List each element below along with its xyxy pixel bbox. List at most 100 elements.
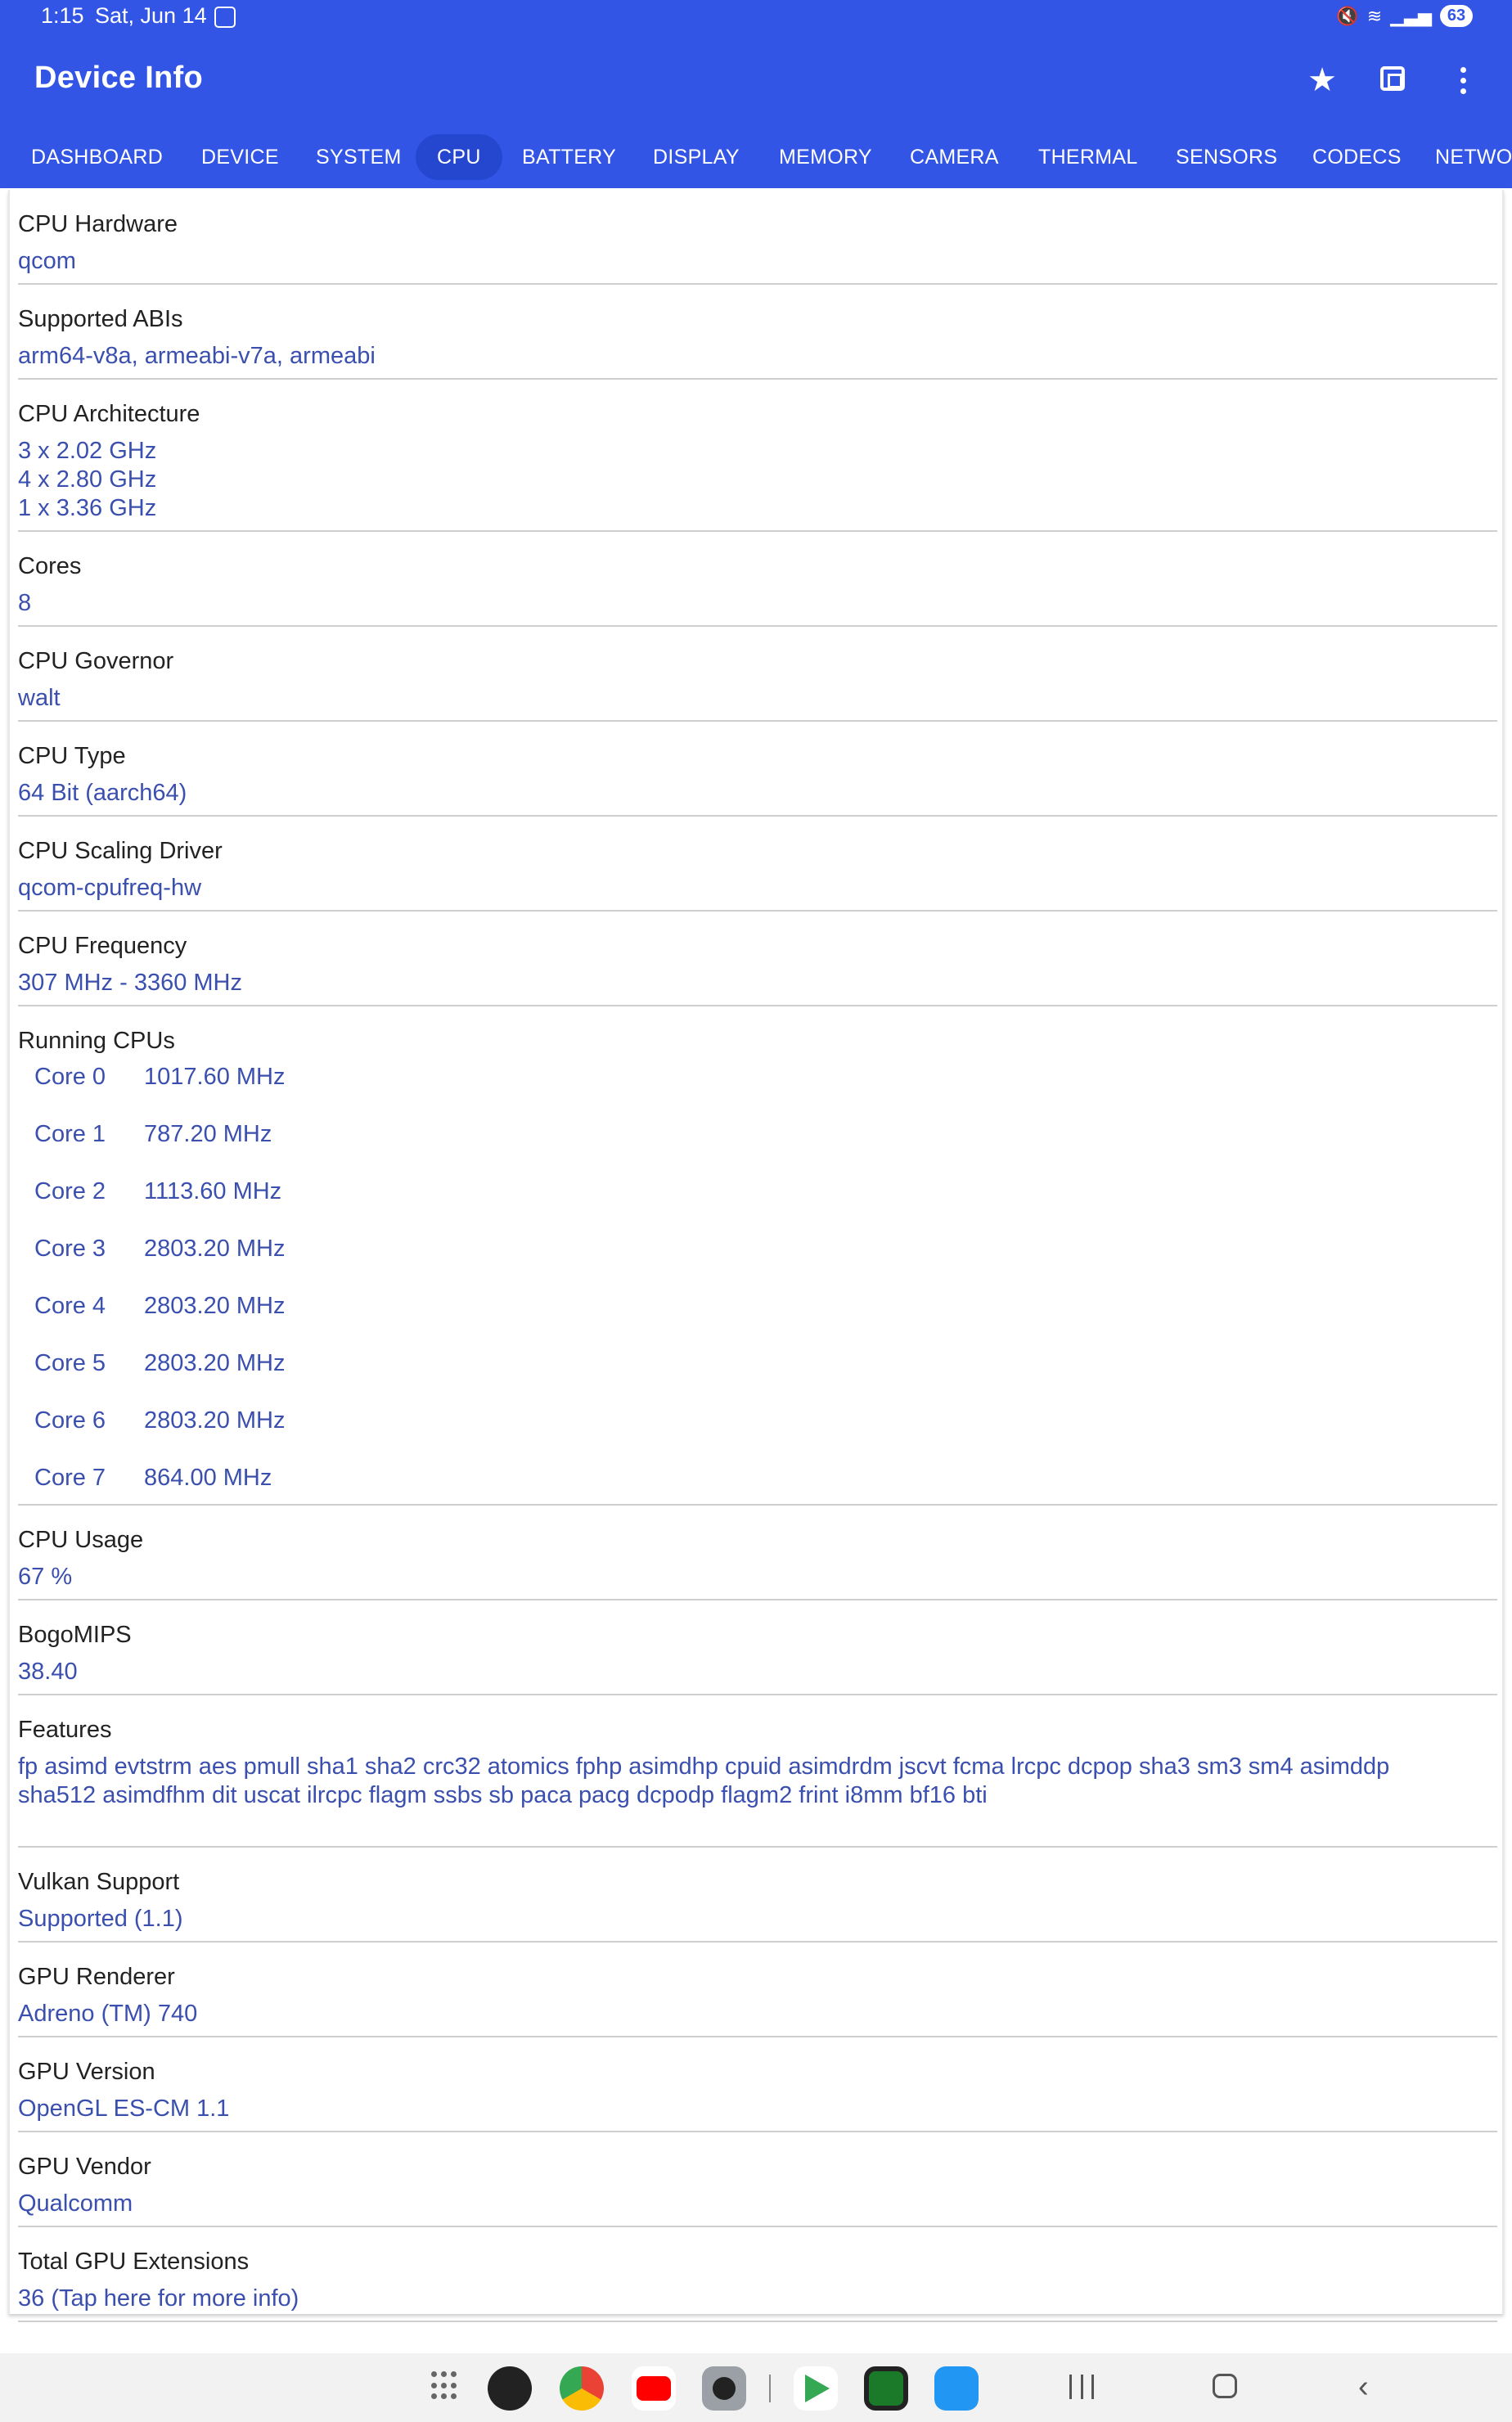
row-value: OpenGL ES-CM 1.1 [18, 2096, 230, 2122]
core-frequency: 2803.20 MHz [144, 1293, 286, 1319]
info-row: Vulkan Support Supported (1.1) [18, 1848, 1497, 1943]
tab-sensors[interactable]: SENSORS [1176, 134, 1277, 180]
row-label: CPU Usage [18, 1527, 144, 1553]
core-frequency: 1017.60 MHz [144, 1064, 286, 1090]
row-label: GPU Version [18, 2059, 155, 2085]
row-value: fp asimd evtstrm aes pmull sha1 sha2 crc… [18, 1753, 1390, 1780]
info-row[interactable]: Total GPU Extensions 36 (Tap here for mor… [18, 2227, 1497, 2322]
info-row: GPU Version OpenGL ES-CM 1.1 [18, 2037, 1497, 2132]
row-value: Supported (1.1) [18, 1906, 183, 1932]
info-row: CPU Type 64 Bit (aarch64) [18, 722, 1497, 817]
core-frequency: 2803.20 MHz [144, 1236, 286, 1262]
mute-icon: 🔇 [1336, 5, 1359, 26]
row-label: Features [18, 1717, 112, 1743]
cpu-z-app-icon[interactable] [864, 2366, 908, 2411]
arch-line: 1 x 3.36 GHz [18, 495, 157, 521]
core-name: Core 2 [34, 1178, 106, 1204]
arch-line: 4 x 2.80 GHz [18, 466, 157, 493]
running-cpu-row: Core 5 2803.20 MHz [34, 1350, 286, 1377]
core-name: Core 6 [34, 1407, 106, 1434]
core-name: Core 5 [34, 1350, 106, 1376]
core-name: Core 3 [34, 1236, 106, 1262]
tab-battery[interactable]: BATTERY [522, 134, 616, 180]
nav-separator [769, 2375, 771, 2402]
chrome-app-icon[interactable] [560, 2366, 604, 2411]
row-label: CPU Type [18, 743, 126, 769]
row-value: Qualcomm [18, 2190, 133, 2217]
tab-system[interactable]: SYSTEM [316, 134, 402, 180]
play-store-app-icon[interactable] [794, 2366, 838, 2411]
row-value: 67 % [18, 1564, 73, 1590]
back-button[interactable]: ‹ [1358, 2371, 1369, 2402]
cpu-info-card: CPU Hardware qcom Supported ABIs arm64-v8a,… [8, 190, 1504, 2322]
wifi-icon: ≋ [1366, 5, 1383, 26]
info-row: CPU Usage 67 % [18, 1506, 1497, 1600]
recents-button[interactable] [1069, 2375, 1094, 2399]
youtube-app-icon[interactable] [632, 2366, 676, 2411]
tab-memory[interactable]: MEMORY [779, 134, 872, 180]
core-frequency: 2803.20 MHz [144, 1350, 286, 1376]
row-label: Running CPUs [18, 1028, 175, 1054]
core-frequency: 864.00 MHz [144, 1465, 272, 1491]
info-row: CPU Governor walt [18, 627, 1497, 722]
app-drawer-icon[interactable] [431, 2371, 461, 2401]
status-time: 1:15 [41, 3, 84, 28]
tab-camera[interactable]: CAMERA [910, 134, 999, 180]
row-label: Vulkan Support [18, 1869, 180, 1895]
tab-dashboard[interactable]: DASHBOARD [31, 134, 163, 180]
row-value: Adreno (TM) 740 [18, 2001, 198, 2027]
running-cpu-row: Core 1 787.20 MHz [34, 1121, 272, 1148]
running-cpu-row: Core 0 1017.60 MHz [34, 1064, 286, 1091]
tab-codecs[interactable]: CODECS [1312, 134, 1402, 180]
core-name: Core 1 [34, 1121, 106, 1147]
tab-thermal[interactable]: THERMAL [1038, 134, 1138, 180]
core-name: Core 7 [34, 1465, 106, 1491]
row-value: 3 x 2.02 GHz [18, 438, 157, 464]
status-date: Sat, Jun 14 [95, 3, 207, 28]
info-row: Supported ABIs arm64-v8a, armeabi-v7a, ar… [18, 285, 1497, 380]
tab-cpu[interactable]: CPU [416, 134, 502, 180]
running-cpu-row: Core 4 2803.20 MHz [34, 1293, 286, 1320]
info-row: BogoMIPS 38.40 [18, 1600, 1497, 1695]
status-bar: 1:15 Sat, Jun 14 🔇 ≋ ▁▃▅ 63 [0, 0, 1512, 36]
row-label: GPU Renderer [18, 1964, 175, 1990]
home-button[interactable] [1213, 2374, 1237, 2398]
core-frequency: 787.20 MHz [144, 1121, 272, 1147]
star-icon[interactable]: ★ [1306, 61, 1339, 100]
running-cpu-row: Core 2 1113.60 MHz [34, 1178, 281, 1205]
tab-bar: DASHBOARD DEVICE SYSTEM CPU BATTERY DISPLAY ME… [0, 134, 1512, 180]
row-label: BogoMIPS [18, 1622, 132, 1648]
tab-netwo[interactable]: NETWO [1435, 134, 1512, 180]
row-label: Cores [18, 553, 82, 579]
core-frequency: 1113.60 MHz [144, 1178, 282, 1204]
tab-device[interactable]: DEVICE [201, 134, 279, 180]
row-label: CPU Hardware [18, 211, 178, 237]
app-title: Device Info [34, 61, 204, 95]
row-label: GPU Vendor [18, 2154, 151, 2180]
row-value: 8 [18, 590, 32, 616]
row-value: qcom [18, 248, 76, 274]
tab-display[interactable]: DISPLAY [653, 134, 740, 180]
settings-app-icon[interactable] [488, 2366, 532, 2411]
info-row: CPU Hardware qcom [18, 190, 1497, 285]
info-row: CPU Scaling Driver qcom-cpufreq-hw [18, 817, 1497, 912]
row-label: CPU Scaling Driver [18, 838, 223, 864]
chip-icon[interactable] [1376, 61, 1409, 100]
row-label: Total GPU Extensions [18, 2249, 250, 2275]
row-value: walt [18, 685, 61, 711]
features-line: sha512 asimdfhm dit uscat ilrcpc flagm s… [18, 1782, 988, 1808]
info-row: GPU Renderer Adreno (TM) 740 [18, 1943, 1497, 2037]
info-row: GPU Vendor Qualcomm [18, 2132, 1497, 2227]
status-icons: 🔇 ≋ ▁▃▅ 63 [1336, 5, 1473, 27]
app-store-icon[interactable] [934, 2366, 979, 2411]
info-row: Cores 8 [18, 532, 1497, 627]
info-row: Running CPUs Core 0 1017.60 MHz Core 1 787.2… [18, 1006, 1497, 1506]
screenshot-icon [214, 7, 236, 28]
row-value: 307 MHz - 3360 MHz [18, 970, 242, 996]
core-frequency: 2803.20 MHz [144, 1407, 286, 1434]
camera-app-icon[interactable] [702, 2366, 746, 2411]
row-value[interactable]: 36 (Tap here for more info) [18, 2285, 299, 2313]
app-actions: ★ [1306, 61, 1479, 100]
row-label: Supported ABIs [18, 306, 183, 332]
more-vert-icon[interactable] [1447, 66, 1479, 94]
